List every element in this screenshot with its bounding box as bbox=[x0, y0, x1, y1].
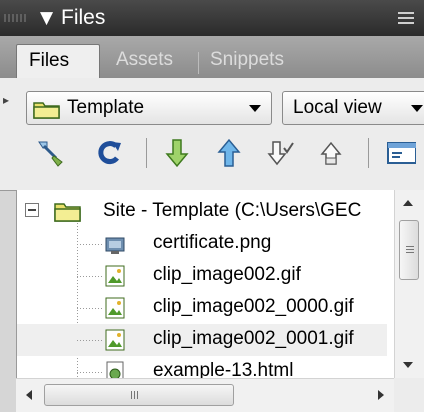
scroll-left-icon[interactable] bbox=[26, 390, 32, 400]
check-in-icon[interactable] bbox=[314, 134, 348, 172]
tree-item-clip-image002-0000-gif[interactable]: clip_image002_0000.gif bbox=[17, 292, 387, 324]
scroll-right-icon[interactable] bbox=[378, 390, 384, 400]
tree-connector bbox=[77, 276, 103, 277]
drag-grip-icon[interactable] bbox=[4, 14, 28, 22]
gif-file-icon bbox=[105, 329, 125, 351]
toolbar-separator bbox=[368, 138, 369, 168]
panel-title: Files bbox=[61, 6, 106, 29]
site-select[interactable]: Template bbox=[26, 91, 272, 125]
caret-right-icon: ▸ bbox=[3, 93, 10, 107]
view-select-value: Local view bbox=[293, 97, 382, 118]
tab-strip: Files Assets Snippets bbox=[0, 36, 424, 78]
connect-icon[interactable] bbox=[34, 134, 68, 172]
tab-files[interactable]: Files bbox=[16, 44, 100, 78]
vertical-scrollbar[interactable] bbox=[394, 190, 424, 378]
check-out-icon[interactable] bbox=[264, 134, 298, 172]
folder-icon bbox=[54, 203, 81, 222]
tree-item-label: example-13.html bbox=[153, 360, 294, 378]
horizontal-scroll-thumb[interactable] bbox=[44, 384, 234, 406]
tree-item-label: clip_image002_0000.gif bbox=[153, 296, 354, 317]
tree-root-label: Site - Template (C:\Users\GEC bbox=[103, 200, 362, 221]
files-toolbar: ▸ Template Local view bbox=[0, 78, 424, 191]
view-select[interactable]: Local view bbox=[282, 91, 424, 125]
png-file-icon bbox=[105, 237, 125, 254]
tree-item-certificate-png[interactable]: certificate.png bbox=[17, 228, 387, 260]
tree-item-label: clip_image002_0001.gif bbox=[153, 328, 354, 349]
gif-file-icon bbox=[105, 265, 125, 287]
tab-assets[interactable]: Assets bbox=[116, 44, 173, 78]
triangle-down-icon[interactable]: ▼ bbox=[40, 8, 53, 28]
refresh-icon[interactable] bbox=[92, 134, 126, 172]
tree-item-label: certificate.png bbox=[153, 232, 272, 253]
expand-panel-icon[interactable] bbox=[382, 134, 416, 172]
vertical-scroll-thumb[interactable] bbox=[399, 220, 419, 280]
folder-icon bbox=[33, 102, 60, 119]
horizontal-scrollbar[interactable] bbox=[16, 378, 394, 412]
tab-snippets[interactable]: Snippets bbox=[210, 44, 284, 78]
files-panel: ▼ Files Files Assets Snippets ▸ Template… bbox=[0, 0, 424, 412]
tree-connector bbox=[77, 308, 103, 309]
toolbar-separator bbox=[146, 138, 147, 168]
scrollbar-corner bbox=[394, 378, 424, 412]
tree-connector bbox=[77, 372, 103, 373]
tree-item-clip-image002-0001-gif[interactable]: clip_image002_0001.gif bbox=[17, 324, 387, 356]
scroll-up-icon[interactable] bbox=[403, 200, 413, 206]
tree-root-row[interactable]: Site - Template (C:\Users\GEC bbox=[17, 196, 387, 228]
tree-item-label: clip_image002.gif bbox=[153, 264, 301, 285]
get-files-icon[interactable] bbox=[160, 134, 194, 172]
tree-connector bbox=[77, 340, 103, 341]
chevron-down-icon bbox=[411, 105, 423, 112]
panel-title-bar[interactable]: ▼ Files bbox=[0, 0, 424, 36]
put-files-icon[interactable] bbox=[212, 134, 246, 172]
scroll-down-icon[interactable] bbox=[403, 362, 413, 368]
site-select-value: Template bbox=[67, 97, 145, 118]
tree-item-clip-image002-gif[interactable]: clip_image002.gif bbox=[17, 260, 387, 292]
html-file-icon bbox=[106, 361, 124, 378]
collapse-icon[interactable] bbox=[25, 203, 39, 217]
panel-options-icon[interactable] bbox=[398, 10, 418, 26]
grip-icon bbox=[131, 391, 140, 399]
gif-file-icon bbox=[105, 297, 125, 319]
tree-connector bbox=[77, 244, 103, 245]
tree-item-example-13-html[interactable]: example-13.html bbox=[17, 356, 387, 378]
grip-icon bbox=[406, 246, 414, 254]
tab-separator bbox=[198, 52, 199, 74]
chevron-down-icon bbox=[249, 105, 261, 112]
